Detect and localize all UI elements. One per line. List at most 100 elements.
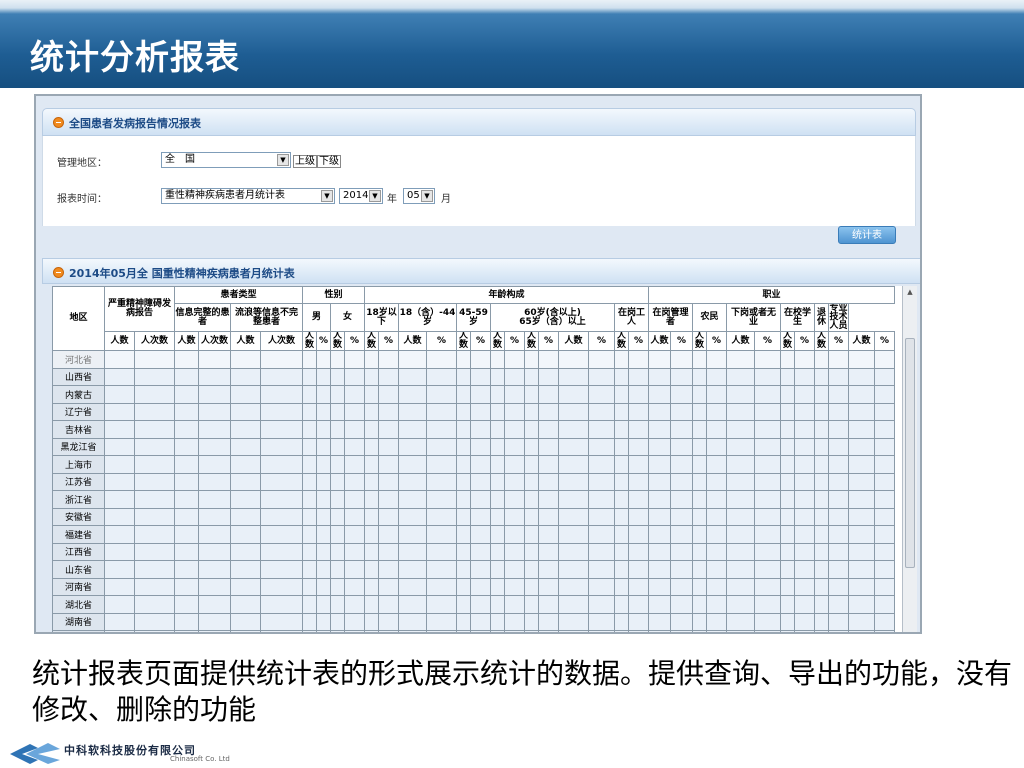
table-cell <box>726 507 755 526</box>
table-cell <box>504 507 525 526</box>
table-row[interactable]: 湖南省 <box>52 612 895 631</box>
chevron-down-icon[interactable]: ▼ <box>369 190 381 202</box>
table-row[interactable]: 山西省 <box>52 367 895 386</box>
down-level-link[interactable]: 下级 <box>317 155 341 168</box>
table-cell <box>302 490 317 509</box>
table-row[interactable]: 福建省 <box>52 525 895 544</box>
table-row[interactable]: 江西省 <box>52 542 895 561</box>
table-cell <box>504 577 525 596</box>
table-cell <box>794 437 815 456</box>
table-cell <box>538 367 559 386</box>
table-cell <box>538 612 559 631</box>
table-cell <box>302 612 317 631</box>
table-cell <box>174 350 199 369</box>
scroll-up-icon[interactable]: ▲ <box>903 286 917 298</box>
table-cell <box>230 542 261 561</box>
table-cell <box>628 490 649 509</box>
table-cell <box>692 542 707 561</box>
table-cell <box>316 350 331 369</box>
table-cell <box>814 560 829 579</box>
chevron-down-icon[interactable]: ▼ <box>321 190 333 202</box>
stat-table-button[interactable]: 统计表 <box>838 226 896 244</box>
table-cell <box>628 525 649 544</box>
subheader-persons: 人数 <box>364 331 379 351</box>
table-cell <box>456 577 471 596</box>
table-cell <box>260 350 303 369</box>
table-cell <box>828 437 849 456</box>
table-cell <box>794 612 815 631</box>
table-cell <box>504 490 525 509</box>
table-row[interactable]: 湖北省 <box>52 595 895 614</box>
year-select[interactable]: 2014 ▼ <box>339 188 383 204</box>
report-grid[interactable]: 地区 严重精神障碍发病报告 患者类型 性别 年龄构成 职业 信息完整的患者 流浪… <box>52 286 902 632</box>
table-row[interactable]: 浙江省 <box>52 490 895 509</box>
table-row[interactable]: 上海市 <box>52 455 895 474</box>
table-cell <box>874 542 895 561</box>
chevron-down-icon[interactable]: ▼ <box>277 154 289 166</box>
table-cell <box>504 560 525 579</box>
report-type-select[interactable]: 重性精神疾病患者月统计表 ▼ <box>161 188 335 204</box>
table-row[interactable]: 山东省 <box>52 560 895 579</box>
subheader-pct: % <box>504 331 525 351</box>
table-cell <box>588 385 615 404</box>
table-cell <box>426 630 457 632</box>
table-cell <box>874 402 895 421</box>
table-cell <box>330 490 345 509</box>
table-row[interactable]: 安徽省 <box>52 507 895 526</box>
subheader-persons: 人数 <box>490 331 505 351</box>
table-cell <box>398 420 427 439</box>
table-cell <box>828 385 849 404</box>
table-cell <box>398 542 427 561</box>
table-cell <box>614 385 629 404</box>
table-cell <box>628 630 649 632</box>
table-cell <box>470 612 491 631</box>
collapse-icon[interactable] <box>53 267 64 278</box>
subheader-persons: 人数 <box>780 331 795 351</box>
table-cell <box>648 630 671 632</box>
vertical-scrollbar[interactable]: ▲ <box>902 286 917 632</box>
table-cell <box>588 437 615 456</box>
table-row[interactable]: 吉林省 <box>52 420 895 439</box>
table-row[interactable]: 广东省 <box>52 630 895 632</box>
table-cell <box>614 455 629 474</box>
table-cell <box>780 402 795 421</box>
table-cell <box>794 630 815 632</box>
table-cell <box>648 350 671 369</box>
table-cell <box>344 437 365 456</box>
table-row[interactable]: 河南省 <box>52 577 895 596</box>
table-row[interactable]: 江苏省 <box>52 472 895 491</box>
scroll-thumb[interactable] <box>905 338 915 568</box>
table-row[interactable]: 内蒙古 <box>52 385 895 404</box>
table-cell <box>316 402 331 421</box>
table-cell <box>588 560 615 579</box>
table-cell <box>398 367 427 386</box>
up-level-link[interactable]: 上级 <box>293 155 317 168</box>
table-cell <box>814 577 829 596</box>
table-cell <box>726 402 755 421</box>
table-cell <box>588 595 615 614</box>
header-occ-worker: 在岗工人 <box>614 303 649 332</box>
table-row[interactable]: 河北省 <box>52 350 895 369</box>
table-cell <box>302 472 317 491</box>
table-cell <box>794 542 815 561</box>
table-cell <box>134 367 175 386</box>
company-name-en: Chinasoft Co. Ltd <box>170 755 230 763</box>
table-cell <box>524 350 539 369</box>
subheader-persons: 人数 <box>692 331 707 351</box>
collapse-icon[interactable] <box>53 117 64 128</box>
table-cell <box>726 472 755 491</box>
table-cell <box>364 630 379 632</box>
region-select[interactable]: 全 国 ▼ <box>161 152 291 168</box>
table-cell <box>706 525 727 544</box>
table-cell <box>754 402 781 421</box>
table-row[interactable]: 黑龙江省 <box>52 437 895 456</box>
table-cell <box>316 612 331 631</box>
table-row[interactable]: 辽宁省 <box>52 402 895 421</box>
table-cell <box>134 420 175 439</box>
chevron-down-icon[interactable]: ▼ <box>421 190 433 202</box>
table-cell <box>378 350 399 369</box>
row-region-name: 辽宁省 <box>52 402 105 421</box>
month-select[interactable]: 05 ▼ <box>403 188 435 204</box>
table-cell <box>614 595 629 614</box>
table-cell <box>398 472 427 491</box>
